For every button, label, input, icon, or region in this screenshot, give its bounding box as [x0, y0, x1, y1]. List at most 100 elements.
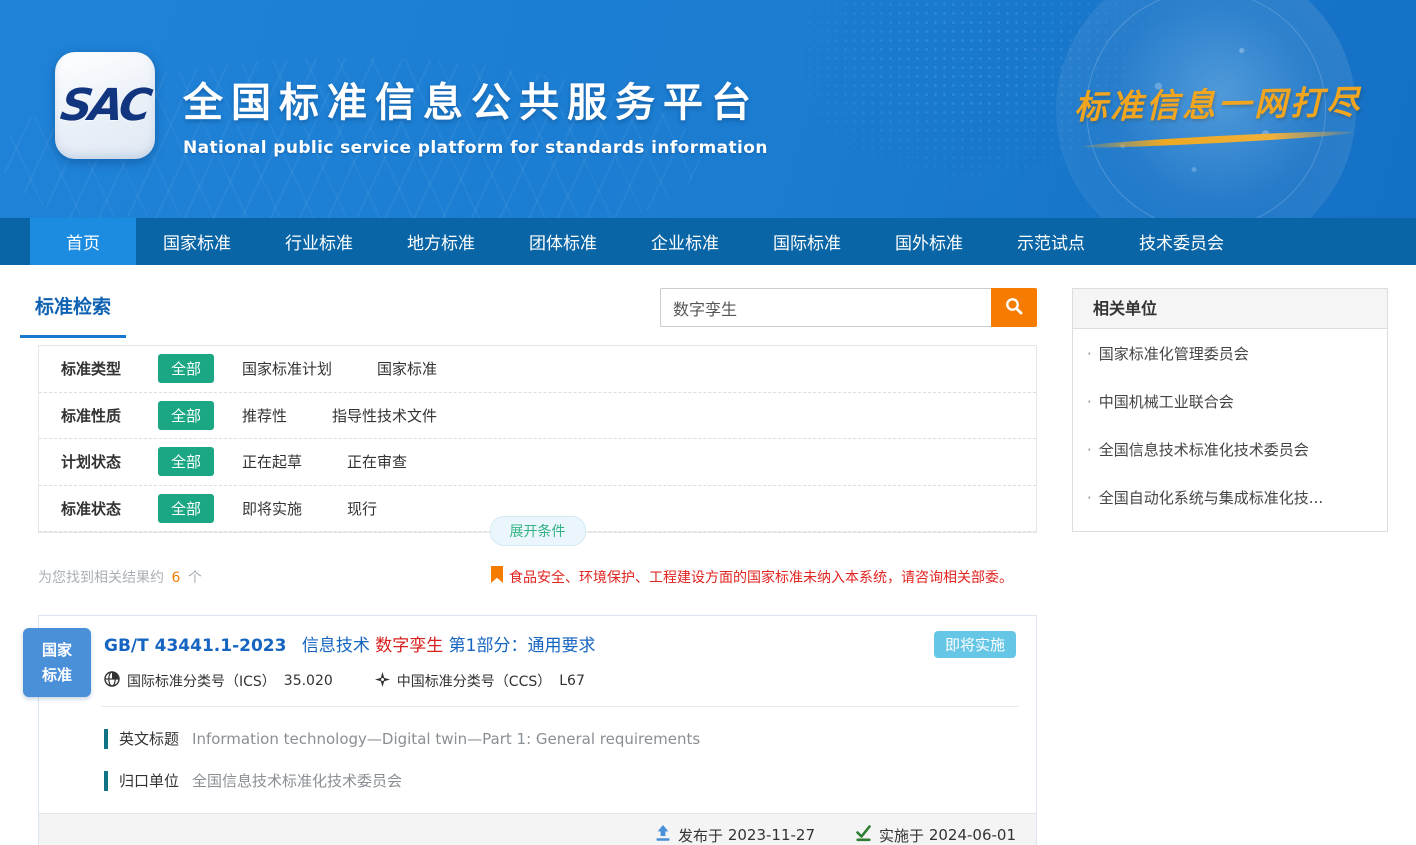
filter-option[interactable]: 推荐性	[242, 405, 287, 426]
result-card: 国家 标准 GB/T 43441.1-2023 信息技术 数字孪生 第1部分：通…	[38, 615, 1037, 845]
results-count-suffix: 个	[188, 570, 202, 586]
filter-option[interactable]: 指导性技术文件	[332, 405, 437, 426]
published-date: 发布于 2023-11-27	[655, 825, 815, 845]
card-divider	[101, 706, 1019, 707]
badge-line2: 标准	[42, 663, 72, 688]
nav-item-industry-standards[interactable]: 行业标准	[258, 218, 380, 265]
filter-row-standard-nature: 标准性质 全部 推荐性 指导性技术文件	[39, 393, 1036, 440]
compass-icon	[375, 672, 397, 691]
field-bar	[104, 771, 108, 791]
search-input[interactable]	[660, 288, 991, 327]
sidebar-item-label: 全国信息技术标准化技术委员会	[1099, 441, 1309, 459]
results-count-number: 6	[171, 570, 180, 586]
sidebar-item-label: 国家标准化管理委员会	[1099, 345, 1249, 363]
filter-row-plan-status: 计划状态 全部 正在起草 正在审查	[39, 439, 1036, 486]
filter-label: 标准状态	[61, 498, 158, 519]
main-column: 标准检索 标准类型 全部 国家标准计划 国家标准	[38, 265, 1037, 845]
search-button[interactable]	[991, 288, 1037, 327]
filter-panel: 标准类型 全部 国家标准计划 国家标准 标准性质 全部 推荐性 指导性技术文件 …	[38, 345, 1037, 533]
ccs-value: L67	[559, 673, 585, 689]
filter-label: 标准类型	[61, 358, 158, 379]
sidebar-item-label: 全国自动化系统与集成标准化技...	[1099, 489, 1323, 507]
nav-item-technical-committees[interactable]: 技术委员会	[1112, 218, 1251, 265]
ics-meta: 国际标准分类号（ICS） 35.020	[104, 671, 333, 691]
implemented-label: 实施于	[879, 825, 924, 845]
related-units-title: 相关单位	[1073, 289, 1387, 329]
ccs-label: 中国标准分类号（CCS）	[397, 671, 551, 691]
title-part: 信息技术	[302, 636, 370, 656]
slogan: 标准信息一网打尽	[1068, 78, 1368, 143]
filter-label: 标准性质	[61, 405, 158, 426]
standard-code: GB/T 43441.1-2023	[104, 636, 286, 656]
implement-check-icon	[855, 825, 879, 845]
sidebar-item-sac[interactable]: · 国家标准化管理委员会	[1073, 329, 1387, 377]
badge-line1: 国家	[42, 638, 72, 663]
side-column: 相关单位 · 国家标准化管理委员会 · 中国机械工业联合会 · 全国信息技术标准化技术…	[1072, 265, 1388, 845]
ics-value: 35.020	[284, 673, 333, 689]
sidebar-item-machinery-federation[interactable]: · 中国机械工业联合会	[1073, 377, 1387, 425]
main-nav: 首页 国家标准 行业标准 地方标准 团体标准 企业标准 国际标准 国外标准 示范…	[0, 218, 1416, 265]
results-count: 为您找到相关结果约 6 个	[38, 567, 202, 587]
search-icon	[1004, 296, 1024, 319]
brand: SAC 全国标准信息公共服务平台 National public service…	[55, 52, 768, 159]
committee-label: 归口单位	[119, 770, 179, 791]
nav-item-foreign-standards[interactable]: 国外标准	[868, 218, 990, 265]
filter-option[interactable]: 正在审查	[347, 451, 407, 472]
card-footer: 发布于 2023-11-27 实施于 2024-06-01	[39, 813, 1036, 845]
search-row: 标准检索	[38, 265, 1037, 345]
nav-item-local-standards[interactable]: 地方标准	[380, 218, 502, 265]
ics-label: 国际标准分类号（ICS）	[127, 671, 276, 691]
filter-all-button[interactable]: 全部	[158, 447, 214, 476]
section-title-standard-search: 标准检索	[20, 292, 126, 338]
sac-logo-text: SAC	[58, 80, 153, 131]
page: SAC 全国标准信息公共服务平台 National public service…	[0, 0, 1416, 845]
nav-item-national-standards[interactable]: 国家标准	[136, 218, 258, 265]
globe-icon	[104, 671, 127, 691]
sidebar-item-it-standardization-committee[interactable]: · 全国信息技术标准化技术委员会	[1073, 425, 1387, 473]
filter-option[interactable]: 现行	[347, 498, 377, 519]
content: 标准检索 标准类型 全部 国家标准计划 国家标准	[0, 265, 1416, 845]
published-label: 发布于	[678, 825, 723, 845]
nav-item-enterprise-standards[interactable]: 企业标准	[624, 218, 746, 265]
nav-item-group-standards[interactable]: 团体标准	[502, 218, 624, 265]
implemented-date: 实施于 2024-06-01	[855, 825, 1016, 845]
bullet: ·	[1087, 441, 1092, 459]
filter-option[interactable]: 即将实施	[242, 498, 302, 519]
site-header: SAC 全国标准信息公共服务平台 National public service…	[0, 0, 1416, 218]
nav-item-pilot[interactable]: 示范试点	[990, 218, 1112, 265]
filter-option[interactable]: 国家标准计划	[242, 358, 332, 379]
bullet: ·	[1087, 393, 1092, 411]
title-part: 第1部分：通用要求	[449, 636, 596, 656]
ccs-meta: 中国标准分类号（CCS） L67	[375, 671, 585, 691]
national-standard-badge: 国家 标准	[23, 628, 91, 697]
field-bar	[104, 729, 108, 749]
expand-conditions-button[interactable]: 展开条件	[490, 516, 586, 546]
site-title: 全国标准信息公共服务平台	[183, 70, 768, 128]
slogan-text: 标准信息一网打尽	[1068, 75, 1369, 128]
filter-option[interactable]: 国家标准	[377, 358, 437, 379]
committee-value: 全国信息技术标准化技术委员会	[192, 770, 402, 791]
filter-all-button[interactable]: 全部	[158, 401, 214, 430]
english-title-value: Information technology—Digital twin—Part…	[192, 730, 700, 748]
standard-title-link[interactable]: GB/T 43441.1-2023 信息技术 数字孪生 第1部分：通用要求	[104, 631, 595, 656]
nav-item-home[interactable]: 首页	[30, 218, 136, 265]
sidebar-item-automation-systems-committee[interactable]: · 全国自动化系统与集成标准化技...	[1073, 473, 1387, 521]
bullet: ·	[1087, 489, 1092, 507]
notice-text: 食品安全、环境保护、工程建设方面的国家标准未纳入本系统，请咨询相关部委。	[509, 567, 1013, 587]
publish-upload-icon	[655, 825, 678, 845]
filter-option[interactable]: 正在起草	[242, 451, 302, 472]
title-highlight: 数字孪生	[375, 636, 443, 656]
filter-all-button[interactable]: 全部	[158, 494, 214, 523]
sac-logo[interactable]: SAC	[55, 52, 155, 159]
card-head: GB/T 43441.1-2023 信息技术 数字孪生 第1部分：通用要求 即将…	[39, 616, 1036, 658]
site-subtitle: National public service platform for sta…	[183, 138, 768, 158]
nav-item-international-standards[interactable]: 国际标准	[746, 218, 868, 265]
english-title-label: 英文标题	[119, 728, 179, 749]
card-meta-row: 国际标准分类号（ICS） 35.020 中国标准分类号（CCS） L67	[39, 658, 1036, 691]
results-info-row: 为您找到相关结果约 6 个 食品安全、环境保护、工程建设方面的国家标准未纳入本系…	[38, 566, 1037, 588]
filter-all-button[interactable]: 全部	[158, 354, 214, 383]
published-value: 2023-11-27	[728, 826, 815, 844]
bullet: ·	[1087, 345, 1092, 363]
committee-row: 归口单位 全国信息技术标准化技术委员会	[39, 770, 1036, 791]
sidebar-item-label: 中国机械工业联合会	[1099, 393, 1234, 411]
